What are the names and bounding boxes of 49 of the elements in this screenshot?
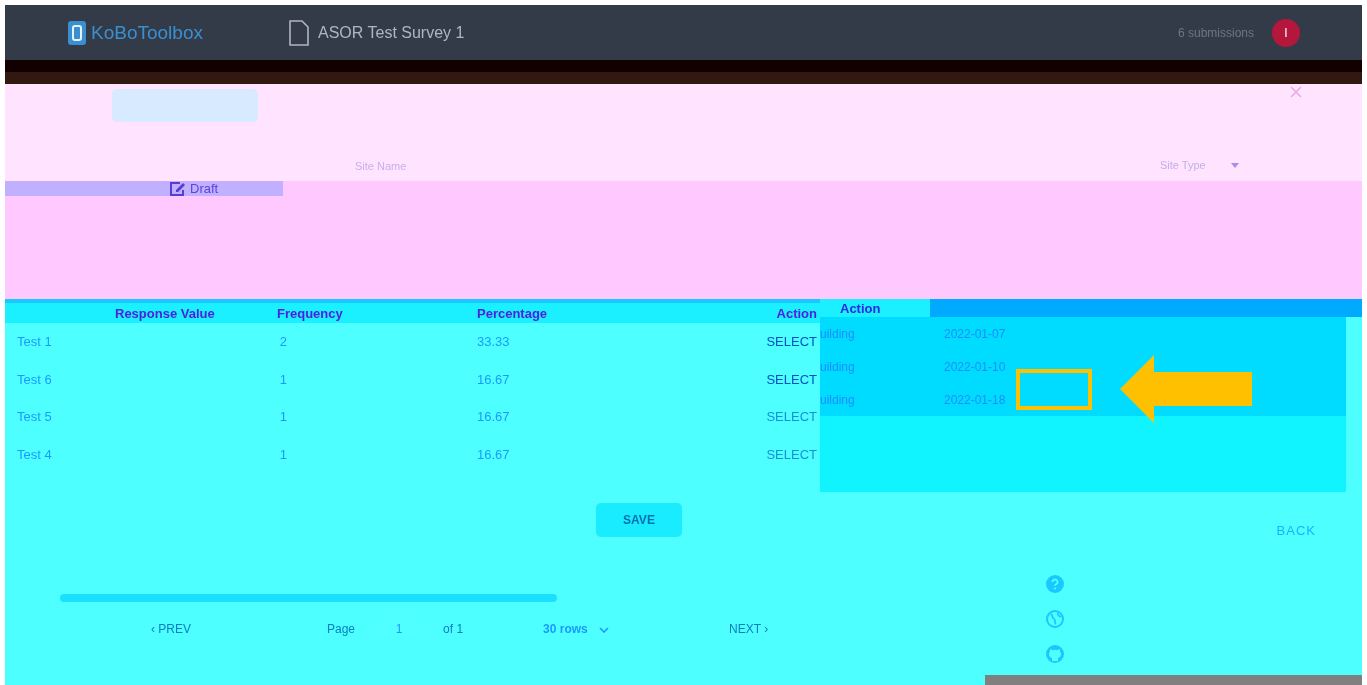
next-button[interactable]: NEXT › [723, 621, 775, 637]
select-button[interactable]: SELECT [766, 334, 817, 350]
page-label: Page [327, 622, 356, 636]
save-button[interactable]: SAVE [596, 503, 682, 537]
submission-count: 6 submissions [1177, 25, 1254, 40]
column-header: Frequency [277, 305, 344, 321]
github-icon[interactable] [1046, 645, 1064, 663]
percentage-cell-text: 16.67 [477, 409, 511, 425]
left-arrow-icon [1120, 355, 1252, 423]
draft-status[interactable]: Draft [170, 181, 219, 196]
response-value-cell-text: Test 6 [16, 371, 53, 387]
date-cell: 2022-01-18 [944, 392, 1006, 407]
percentage-cell-text: 16.67 [477, 371, 511, 387]
chevron-icon [599, 627, 610, 633]
response-value-cell-text: Test 1 [16, 334, 53, 350]
horizontal-scrollbar[interactable] [60, 594, 557, 602]
column-header: Percentage [477, 305, 549, 321]
column-header: Response Value [114, 305, 216, 321]
globe-icon[interactable] [1046, 610, 1064, 628]
site-type-cell-text: uilding [820, 326, 856, 341]
phone-logo-icon [68, 20, 86, 45]
pencil-icon [170, 181, 186, 196]
back-button[interactable]: BACK [1270, 522, 1322, 539]
frequency-cell-text: 1 [278, 446, 287, 462]
frequency-cell-text: 1 [278, 371, 287, 387]
logo-text[interactable]: KoBoToolbox [91, 21, 203, 44]
new-button-block[interactable] [112, 89, 258, 122]
rows-per-page-select[interactable]: 30 rows [543, 622, 724, 636]
response-value-cell-text: Test 4 [16, 446, 53, 462]
percentage-cell-text: 16.67 [477, 446, 511, 462]
user-avatar[interactable]: I [1272, 18, 1300, 47]
frequency-cell-text: 1 [278, 409, 287, 425]
close-icon[interactable] [1290, 86, 1302, 98]
date-cell: 2022-01-07 [944, 326, 1006, 341]
survey-title: ASOR Test Survey 1 [318, 23, 465, 42]
help-icon[interactable] [1046, 575, 1064, 593]
site-type-cell-text: uilding [820, 392, 856, 407]
site-type-cell-text: uilding [820, 359, 856, 374]
prev-button[interactable]: ‹ PREV [145, 621, 197, 637]
document-icon [288, 19, 310, 46]
date-cell: 2022-01-10 [944, 359, 1006, 374]
caret-icon [1230, 162, 1239, 168]
percentage-cell-text: 33.33 [477, 334, 511, 350]
frequency-cell-text: 2 [278, 334, 287, 350]
response-value-cell-text: Test 5 [16, 409, 53, 425]
column-header: Action [775, 305, 817, 321]
column-header: Action [820, 299, 930, 317]
select-button[interactable]: SELECT [766, 371, 817, 387]
page-total: of 1 [443, 622, 464, 636]
